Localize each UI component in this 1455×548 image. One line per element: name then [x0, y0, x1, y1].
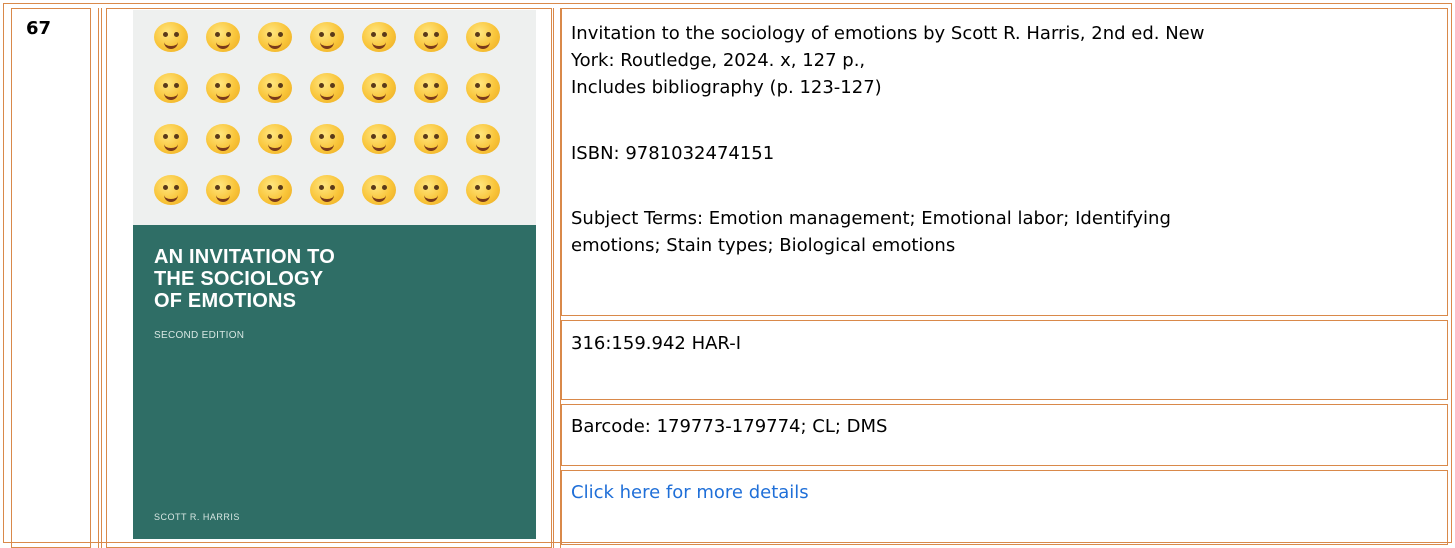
emoji-face-icon	[466, 22, 500, 52]
citation-line: York: Routledge, 2024. x, 127 p.,	[571, 50, 866, 71]
record-number: 67	[26, 18, 52, 39]
cover-edition: SECOND EDITION	[154, 330, 245, 341]
emoji-face-icon	[154, 73, 188, 103]
cover-title-line: AN INVITATION TO	[154, 246, 335, 268]
emoji-face-icon	[258, 175, 292, 205]
emoji-face-icon	[414, 124, 448, 154]
emoji-face-icon	[206, 73, 240, 103]
emoji-face-icon	[362, 124, 396, 154]
emoji-face-icon	[206, 22, 240, 52]
emoji-face-icon	[310, 22, 344, 52]
cover-title-line: THE SOCIOLOGY	[154, 268, 324, 290]
citation-line: Invitation to the sociology of emotions …	[571, 23, 1205, 44]
cover-cell-right-rule	[553, 8, 561, 548]
call-number: 316:159.942 HAR-I	[571, 333, 742, 354]
emoji-face-icon	[466, 175, 500, 205]
cover-title: AN INVITATION TO THE SOCIOLOGY OF EMOTIO…	[154, 246, 335, 312]
emoji-face-icon	[206, 175, 240, 205]
emoji-face-icon	[154, 22, 188, 52]
emoji-face-icon	[414, 175, 448, 205]
emoji-face-icon	[310, 124, 344, 154]
emoji-face-icon	[362, 175, 396, 205]
cover-title-line: OF EMOTIONS	[154, 290, 297, 312]
barcode: Barcode: 179773-179774; CL; DMS	[571, 416, 888, 437]
emoji-face-icon	[414, 73, 448, 103]
emoji-face-icon	[258, 22, 292, 52]
subject-terms: Subject Terms: Emotion management; Emoti…	[571, 208, 1171, 229]
emoji-face-icon	[362, 22, 396, 52]
emoji-face-icon	[310, 175, 344, 205]
emoji-face-icon	[258, 124, 292, 154]
subject-terms: emotions; Stain types; Biological emotio…	[571, 235, 956, 256]
emoji-face-icon	[466, 73, 500, 103]
emoji-face-icon	[310, 73, 344, 103]
emoji-face-icon	[206, 124, 240, 154]
emoji-face-icon	[258, 73, 292, 103]
emoji-face-icon	[154, 175, 188, 205]
bibliography-note: Includes bibliography (p. 123-127)	[571, 77, 882, 98]
emoji-face-icon	[362, 73, 396, 103]
number-cell	[11, 8, 91, 548]
number-cell-right-rule	[98, 8, 102, 548]
emoji-face-icon	[466, 124, 500, 154]
emoji-face-icon	[414, 22, 448, 52]
book-cover-image: AN INVITATION TO THE SOCIOLOGY OF EMOTIO…	[133, 10, 536, 539]
cover-author: SCOTT R. HARRIS	[154, 512, 240, 522]
more-details-link[interactable]: Click here for more details	[571, 480, 809, 506]
emoji-face-icon	[154, 124, 188, 154]
isbn: ISBN: 9781032474151	[571, 143, 775, 164]
